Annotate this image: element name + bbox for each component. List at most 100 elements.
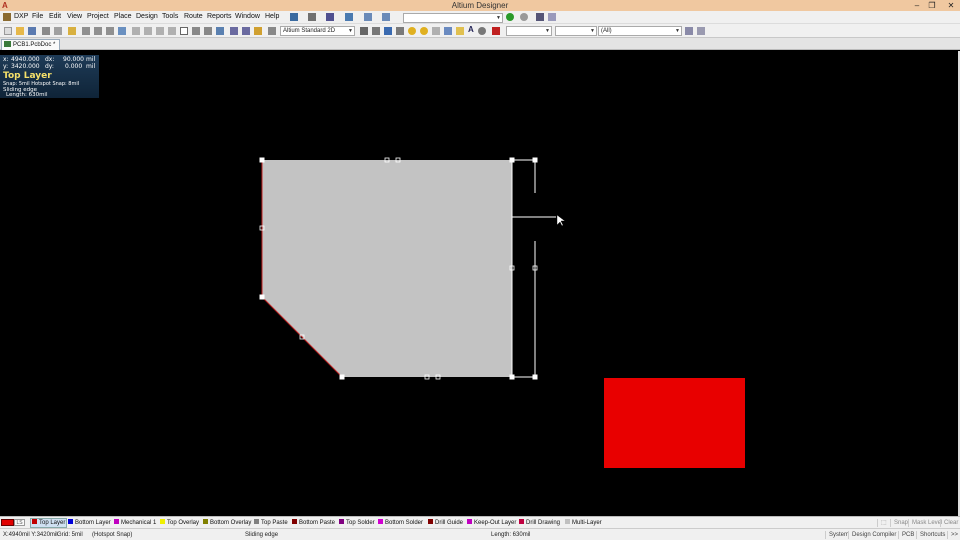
red-fill-object[interactable] bbox=[604, 378, 745, 468]
vertex-handle[interactable] bbox=[259, 294, 265, 300]
clear-button[interactable]: Clear bbox=[940, 519, 958, 527]
copy-icon[interactable] bbox=[144, 27, 152, 35]
menu-dxp[interactable]: DXP bbox=[14, 13, 28, 20]
menu-file[interactable]: File bbox=[32, 13, 43, 20]
room-icon[interactable] bbox=[382, 13, 390, 21]
layer-tab-multi-layer[interactable]: Multi-Layer bbox=[565, 519, 602, 527]
close-button[interactable]: ✕ bbox=[944, 0, 958, 11]
layer-tab-top-paste[interactable]: Top Paste bbox=[254, 519, 288, 527]
pcb-drawing[interactable] bbox=[0, 51, 958, 516]
vertex-handle[interactable] bbox=[339, 374, 345, 380]
crossprobe-icon[interactable] bbox=[118, 27, 126, 35]
panel-system-button[interactable]: System bbox=[825, 531, 849, 539]
layer-tab-top-layer[interactable]: Top Layer bbox=[30, 518, 68, 528]
multiple-route-icon[interactable] bbox=[384, 27, 392, 35]
layer-tab-mechanical-1[interactable]: Mechanical 1 bbox=[114, 519, 156, 527]
highlight-net-icon[interactable] bbox=[254, 27, 262, 35]
minimize-button[interactable]: – bbox=[910, 0, 924, 11]
polygon-icon[interactable] bbox=[456, 27, 464, 35]
snap-options-icon[interactable]: ⬚ bbox=[877, 519, 887, 527]
interactive-route-icon[interactable] bbox=[308, 13, 316, 21]
layer-tab-drill-drawing[interactable]: Drill Drawing bbox=[519, 519, 560, 527]
document-tab-pcb1[interactable]: PCB1.PcbDoc * bbox=[1, 39, 61, 50]
zoom-selected-icon[interactable] bbox=[94, 27, 102, 35]
open-folder-icon[interactable] bbox=[16, 27, 24, 35]
grid-icon[interactable] bbox=[364, 13, 372, 21]
deselect-icon[interactable] bbox=[204, 27, 212, 35]
highlight-icon[interactable] bbox=[326, 13, 334, 21]
clear-filter-icon[interactable] bbox=[216, 27, 224, 35]
layer-tab-bottom-paste[interactable]: Bottom Paste bbox=[292, 519, 335, 527]
maximize-button[interactable]: ❐ bbox=[925, 0, 939, 11]
dxp-icon[interactable] bbox=[3, 13, 11, 21]
layer-combo[interactable]: ▼ bbox=[506, 26, 552, 36]
layer-tab-top-overlay[interactable]: Top Overlay bbox=[160, 519, 199, 527]
differential-pair-icon[interactable] bbox=[372, 27, 380, 35]
interactive-routing-icon[interactable] bbox=[360, 27, 368, 35]
select-area-icon[interactable] bbox=[180, 27, 188, 35]
go-forward-icon[interactable] bbox=[506, 13, 514, 21]
vertex-handle[interactable] bbox=[509, 374, 515, 380]
snap-button[interactable]: Snap bbox=[890, 519, 908, 527]
zoom-area-icon[interactable] bbox=[82, 27, 90, 35]
mask-level-button[interactable]: Mask Level bbox=[908, 519, 942, 527]
polygon-pour[interactable] bbox=[262, 160, 512, 377]
view-config-icon[interactable] bbox=[268, 27, 276, 35]
menu-project[interactable]: Project bbox=[87, 13, 109, 20]
home-icon[interactable] bbox=[536, 13, 544, 21]
fill-icon[interactable] bbox=[444, 27, 452, 35]
vertex-handle[interactable] bbox=[532, 374, 538, 380]
arc-icon[interactable] bbox=[432, 27, 440, 35]
menu-window[interactable]: Window bbox=[235, 13, 260, 20]
menu-route[interactable]: Route bbox=[184, 13, 203, 20]
project-path-combo[interactable]: ▼ bbox=[403, 13, 503, 23]
menu-place[interactable]: Place bbox=[114, 13, 132, 20]
vertex-handle[interactable] bbox=[532, 157, 538, 163]
net-combo[interactable]: ▼ bbox=[555, 26, 597, 36]
zoom-icon[interactable] bbox=[54, 27, 62, 35]
layer-tab-keep-out[interactable]: Keep-Out Layer bbox=[467, 519, 516, 527]
cut-icon[interactable] bbox=[132, 27, 140, 35]
zoom-fit-icon[interactable] bbox=[106, 27, 114, 35]
rubber-stamp-icon[interactable] bbox=[168, 27, 176, 35]
place-via-icon[interactable] bbox=[420, 27, 428, 35]
vertex-handle[interactable] bbox=[509, 157, 515, 163]
go-back-icon[interactable] bbox=[520, 13, 528, 21]
panel-more-button[interactable]: >> bbox=[947, 531, 958, 539]
tune-length-icon[interactable] bbox=[396, 27, 404, 35]
apply-filter-icon[interactable] bbox=[685, 27, 693, 35]
open-project-icon[interactable] bbox=[68, 27, 76, 35]
layer-tab-top-solder[interactable]: Top Solder bbox=[339, 519, 375, 527]
vertex-handle[interactable] bbox=[259, 157, 265, 163]
help-icon[interactable] bbox=[548, 13, 556, 21]
menu-view[interactable]: View bbox=[67, 13, 82, 20]
redo-icon[interactable] bbox=[242, 27, 250, 35]
drc-icon[interactable] bbox=[492, 27, 500, 35]
route-icon[interactable] bbox=[290, 13, 298, 21]
menu-tools[interactable]: Tools bbox=[162, 13, 178, 20]
layer-tab-bottom-solder[interactable]: Bottom Solder bbox=[378, 519, 423, 527]
move-icon[interactable] bbox=[192, 27, 200, 35]
layer-tab-bottom-overlay[interactable]: Bottom Overlay bbox=[203, 519, 251, 527]
menu-reports[interactable]: Reports bbox=[207, 13, 232, 20]
print-icon[interactable] bbox=[42, 27, 50, 35]
new-document-icon[interactable] bbox=[4, 27, 12, 35]
menu-design[interactable]: Design bbox=[136, 13, 158, 20]
panel-pcb-button[interactable]: PCB bbox=[898, 531, 914, 539]
current-layer-color-icon[interactable] bbox=[1, 519, 14, 526]
layer-set-button[interactable]: LS bbox=[14, 519, 25, 526]
place-pad-icon[interactable] bbox=[408, 27, 416, 35]
component-icon[interactable] bbox=[478, 27, 486, 35]
filter-combo[interactable]: (All) ▼ bbox=[598, 26, 682, 36]
menu-edit[interactable]: Edit bbox=[49, 13, 61, 20]
panel-shortcuts-button[interactable]: Shortcuts bbox=[916, 531, 945, 539]
layer-tab-drill-guide[interactable]: Drill Guide bbox=[428, 519, 463, 527]
menu-help[interactable]: Help bbox=[265, 13, 279, 20]
string-icon[interactable]: A bbox=[468, 25, 476, 34]
align-icon[interactable] bbox=[345, 13, 353, 21]
undo-icon[interactable] bbox=[230, 27, 238, 35]
panel-design-compiler-button[interactable]: Design Compiler bbox=[848, 531, 896, 539]
save-icon[interactable] bbox=[28, 27, 36, 35]
clear-mask-icon[interactable] bbox=[697, 27, 705, 35]
layer-tab-bottom-layer[interactable]: Bottom Layer bbox=[68, 519, 111, 527]
